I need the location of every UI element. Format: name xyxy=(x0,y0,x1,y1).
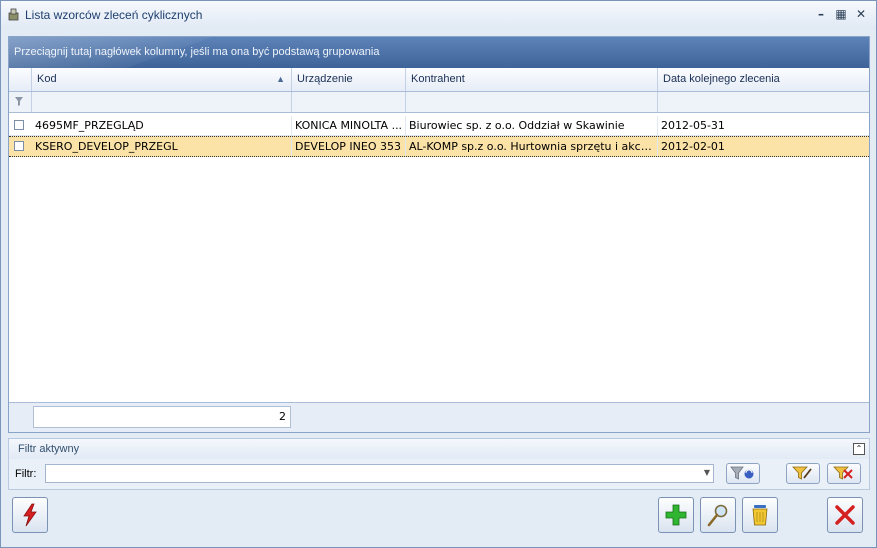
sort-ascending-icon: ▲ xyxy=(276,74,285,84)
row-count: 2 xyxy=(33,406,291,428)
cell-urzadzenie: DEVELOP INEO 353 xyxy=(292,137,406,156)
clear-filter-button[interactable] xyxy=(827,463,861,484)
column-header-label: Kontrahent xyxy=(411,73,465,85)
close-icon[interactable]: ✕ xyxy=(852,6,870,22)
filter-panel: Filtr aktywny ⌃ Filtr: ▼ xyxy=(8,438,870,490)
filter-input[interactable]: ▼ xyxy=(45,464,714,483)
quick-action-button[interactable] xyxy=(12,497,48,533)
cell-kontrahent: AL-KOMP sp.z o.o. Hurtownia sprzętu i ak… xyxy=(406,137,658,156)
row-checkbox[interactable] xyxy=(14,120,24,130)
header-checkbox-column xyxy=(9,68,32,91)
trash-bin-icon xyxy=(752,505,768,526)
column-header-urzadzenie[interactable]: Urządzenie xyxy=(292,68,406,91)
grid-footer: 2 xyxy=(9,402,869,432)
preview-button[interactable] xyxy=(700,497,736,533)
table-row[interactable]: 4695MF_PRZEGLĄD KONICA MINOLTA ... Biuro… xyxy=(9,116,869,136)
window-title: Lista wzorców zleceń cyklicznych xyxy=(25,8,203,22)
close-x-icon xyxy=(835,505,855,525)
filter-cell-data[interactable] xyxy=(658,92,869,112)
delete-button[interactable] xyxy=(742,497,778,533)
cell-data: 2012-02-01 xyxy=(661,140,725,153)
filter-row-funnel-icon xyxy=(15,97,23,106)
table-row-selected[interactable]: KSERO_DEVELOP_PRZEGL DEVELOP INEO 353 AL… xyxy=(9,136,869,157)
column-header-label: Urządzenie xyxy=(297,73,353,85)
cell-urzadzenie: KONICA MINOLTA ... xyxy=(292,116,406,135)
close-button[interactable] xyxy=(827,497,863,533)
magnifier-icon xyxy=(707,504,728,527)
group-by-panel[interactable]: Przeciągnij tutaj nagłówek kolumny, jeśl… xyxy=(9,37,869,68)
cell-kod: KSERO_DEVELOP_PRZEGL xyxy=(32,137,292,156)
row-checkbox[interactable] xyxy=(14,141,24,151)
cell-kontrahent: Biurowiec sp. z o.o. Oddział w Skawinie xyxy=(406,116,658,135)
filter-cell-urzadzenie[interactable] xyxy=(292,92,406,112)
filter-panel-header: Filtr aktywny ⌃ xyxy=(9,439,869,459)
auto-filter-row xyxy=(9,92,869,113)
title-bar: Lista wzorców zleceń cyklicznych – ▦ ✕ xyxy=(1,1,876,29)
templates-grid: Przeciągnij tutaj nagłówek kolumny, jeśl… xyxy=(8,36,870,433)
column-header-label: Kod xyxy=(37,73,57,85)
add-button[interactable] xyxy=(658,497,694,533)
group-by-hint: Przeciągnij tutaj nagłówek kolumny, jeśl… xyxy=(14,46,380,58)
filter-cell-kontrahent[interactable] xyxy=(406,92,658,112)
cell-kod: 4695MF_PRZEGLĄD xyxy=(32,116,292,135)
app-icon xyxy=(8,8,19,21)
column-header-data[interactable]: Data kolejnego zlecenia xyxy=(658,68,869,91)
advanced-filter-button[interactable] xyxy=(786,463,820,484)
apply-filter-button[interactable] xyxy=(726,463,760,484)
filter-funnel-icon xyxy=(730,466,754,480)
column-header-kod[interactable]: Kod ▲ xyxy=(32,68,292,91)
cell-data: 2012-05-31 xyxy=(661,119,725,132)
dropdown-arrow-icon[interactable]: ▼ xyxy=(704,468,710,477)
window: Lista wzorców zleceń cyklicznych – ▦ ✕ P… xyxy=(0,0,877,548)
column-header-label: Data kolejnego zlecenia xyxy=(663,73,780,85)
filter-clear-icon xyxy=(833,466,853,480)
plus-icon xyxy=(665,504,687,526)
column-header-row: Kod ▲ Urządzenie Kontrahent Data kolejne… xyxy=(9,68,869,92)
column-header-kontrahent[interactable]: Kontrahent xyxy=(406,68,658,91)
lightning-icon xyxy=(23,503,37,527)
minimize-icon[interactable]: – xyxy=(812,6,830,22)
filter-row-icon-cell xyxy=(9,92,32,112)
filter-active-label: Filtr aktywny xyxy=(18,443,80,455)
collapse-chevron-icon[interactable]: ⌃ xyxy=(853,443,865,455)
filter-edit-icon xyxy=(792,466,812,480)
filter-label: Filtr: xyxy=(15,468,37,480)
filter-cell-kod[interactable] xyxy=(32,92,292,112)
maximize-icon[interactable]: ▦ xyxy=(832,6,850,22)
